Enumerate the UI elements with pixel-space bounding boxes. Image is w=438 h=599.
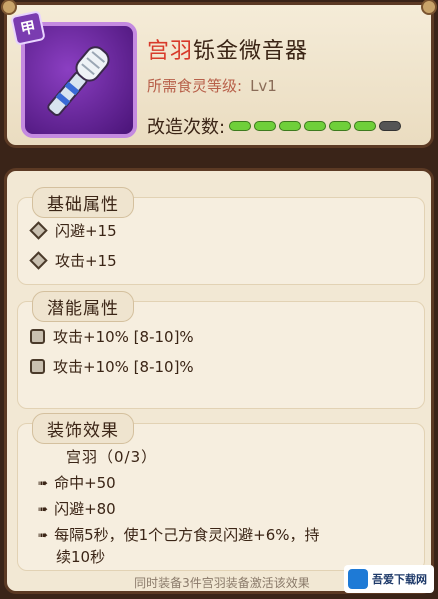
decor-effect-section: 装饰效果 宫羽（0/3） ➠ 命中+50 ➠ 闪避+80 ➠ 每隔5秒，使1个己方食灵… bbox=[17, 413, 425, 571]
square-icon bbox=[30, 329, 45, 344]
item-name-rest: 铄金微音器 bbox=[193, 39, 309, 64]
attributes-card: 基础属性 闪避+15 攻击+15 潜能属性 攻击+10% [8-10]% 攻击+… bbox=[4, 168, 434, 594]
requirement-row: 所需食灵等级: Lv1 bbox=[147, 75, 277, 96]
base-attributes-section: 基础属性 闪避+15 攻击+15 bbox=[17, 187, 425, 285]
set-name: 宫羽（0/3） bbox=[66, 448, 158, 466]
effect-line: ➠ 闪避+80 bbox=[38, 498, 116, 519]
modify-count-label: 改造次数: bbox=[147, 117, 226, 138]
square-icon bbox=[30, 359, 45, 374]
corner-ornament bbox=[1, 0, 17, 15]
modify-count-row: 改造次数: bbox=[147, 113, 402, 139]
corner-ornament bbox=[421, 0, 437, 15]
arrow-icon: ➠ bbox=[38, 527, 49, 542]
attribute-text: 攻击+10% [8-10]% bbox=[53, 358, 194, 376]
attribute-line: 攻击+10% [8-10]% bbox=[30, 356, 194, 377]
arrow-icon: ➠ bbox=[38, 501, 49, 516]
watermark-text: 吾爱下载网 bbox=[372, 573, 427, 586]
attribute-text: 闪避+15 bbox=[55, 222, 117, 240]
diamond-icon bbox=[29, 251, 48, 270]
item-name-prefix: 宫羽 bbox=[147, 39, 194, 64]
progress-pip-filled bbox=[354, 121, 377, 131]
progress-pip-filled bbox=[254, 121, 277, 131]
section-title: 装饰效果 bbox=[32, 413, 134, 444]
effect-text: 每隔5秒，使1个己方食灵闪避+6%，持 bbox=[54, 526, 320, 544]
effect-line-continued: 续10秒 bbox=[56, 548, 106, 566]
section-title: 基础属性 bbox=[32, 187, 134, 218]
attribute-line: 攻击+15 bbox=[29, 250, 117, 271]
attribute-line: 攻击+10% [8-10]% bbox=[30, 326, 194, 347]
effect-line: ➠ 命中+50 bbox=[38, 472, 116, 493]
potential-attributes-section: 潜能属性 攻击+10% [8-10]% 攻击+10% [8-10]% bbox=[17, 291, 425, 409]
progress-pip-filled bbox=[329, 121, 352, 131]
site-logo-icon bbox=[348, 569, 368, 589]
diamond-icon bbox=[29, 221, 48, 240]
microphone-icon bbox=[47, 46, 110, 117]
requirement-value: Lv1 bbox=[250, 77, 277, 95]
modify-progress bbox=[229, 121, 402, 131]
requirement-label: 所需食灵等级: bbox=[147, 77, 243, 95]
effect-text: 闪避+80 bbox=[54, 500, 116, 518]
progress-pip-empty bbox=[379, 121, 402, 131]
progress-pip-filled bbox=[279, 121, 302, 131]
attribute-text: 攻击+15 bbox=[55, 252, 117, 270]
effect-line: ➠ 每隔5秒，使1个己方食灵闪避+6%，持 bbox=[38, 524, 320, 545]
item-name: 宫羽铄金微音器 bbox=[147, 33, 308, 65]
attribute-line: 闪避+15 bbox=[29, 220, 117, 241]
progress-pip-filled bbox=[229, 121, 252, 131]
arrow-icon: ➠ bbox=[38, 475, 49, 490]
progress-pip-filled bbox=[304, 121, 327, 131]
section-title: 潜能属性 bbox=[32, 291, 134, 322]
attribute-text: 攻击+10% [8-10]% bbox=[53, 328, 194, 346]
effect-text: 命中+50 bbox=[54, 474, 116, 492]
site-watermark: 吾爱下载网 bbox=[344, 565, 434, 593]
item-grade-badge: 甲 bbox=[10, 10, 46, 46]
item-header-card: 甲 宫羽铄金微音器 所需食灵等级: Lv1 改造次数: bbox=[1, 0, 437, 148]
